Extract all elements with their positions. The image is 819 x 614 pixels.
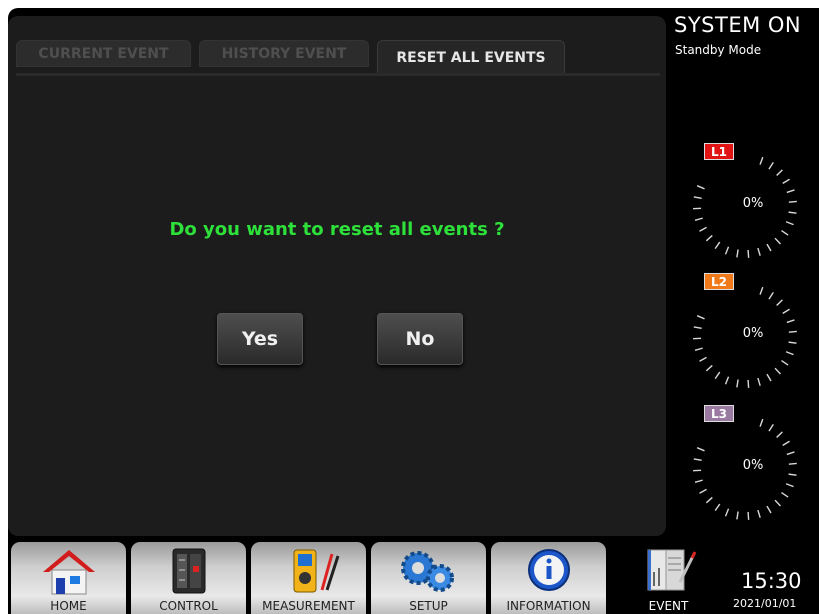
- gauge-tick: [724, 508, 730, 517]
- gauge-tick: [785, 221, 794, 226]
- gauge-tick: [736, 511, 739, 520]
- gauge-tick: [785, 351, 794, 356]
- gauge-tick: [747, 511, 750, 520]
- gauge-tick: [786, 189, 795, 194]
- gauge-tick: [724, 246, 730, 255]
- gauge-tick: [776, 299, 783, 306]
- nav-setup-label: SETUP: [409, 599, 448, 613]
- gauge-tick: [785, 483, 794, 488]
- gauge-tick: [705, 496, 713, 504]
- nav-measurement[interactable]: MEASUREMENT: [251, 542, 366, 614]
- phase-l1-load: 0%: [742, 196, 764, 211]
- gauge-tick: [774, 499, 781, 507]
- gauge-tick: [705, 364, 713, 372]
- gauge-tick: [768, 424, 774, 432]
- gauge-tick: [782, 440, 790, 446]
- home-icon: [42, 550, 95, 595]
- gauge-tick: [757, 377, 761, 386]
- nav-home-label: HOME: [50, 599, 87, 613]
- ups-screen: CURRENT EVENT HISTORY EVENT RESET ALL EV…: [8, 8, 819, 614]
- gauge-tick: [766, 505, 772, 514]
- gauge-tick: [788, 211, 797, 214]
- nav-control[interactable]: CONTROL: [131, 542, 246, 614]
- gauge-tick: [768, 292, 774, 300]
- info-icon: [527, 549, 570, 591]
- gauge-tick: [757, 247, 761, 256]
- gauge-tick: [759, 286, 764, 295]
- tab-reset-all-events[interactable]: RESET ALL EVENTS: [377, 40, 565, 75]
- gauge-tick: [781, 360, 789, 366]
- phase-l3-load: 0%: [742, 458, 764, 473]
- gauge-tick: [786, 451, 795, 456]
- nav-home[interactable]: HOME: [11, 542, 126, 614]
- gauge-tick: [774, 237, 781, 245]
- gauge-tick: [766, 373, 772, 382]
- gauge-tick: [759, 156, 764, 165]
- phase-l2-label: L2: [704, 273, 734, 290]
- yes-button[interactable]: Yes: [217, 313, 303, 365]
- gears-icon: [400, 551, 454, 592]
- gauge-tick: [714, 241, 721, 249]
- nav-control-label: CONTROL: [159, 599, 218, 613]
- bottom-nav: HOME CONTROL MEASUREMENT SETUP INFORMATI…: [8, 536, 819, 614]
- gauge-tick: [696, 315, 705, 320]
- gauge-tick: [759, 418, 764, 427]
- system-mode: Standby Mode: [675, 43, 762, 57]
- gauge-tick: [747, 379, 750, 388]
- clock-date: 2021/01/01: [733, 597, 797, 610]
- gauge-tick: [766, 243, 772, 252]
- gauge-tick: [781, 492, 789, 498]
- nav-setup[interactable]: SETUP: [371, 542, 486, 614]
- phase-l2-load: 0%: [742, 326, 764, 341]
- gauge-tick: [781, 230, 789, 236]
- no-button[interactable]: No: [377, 313, 463, 365]
- gauge-tick: [714, 371, 721, 379]
- gauge-tick: [786, 319, 795, 324]
- gauge-tick: [696, 185, 705, 190]
- system-status-title: SYSTEM ON: [674, 13, 802, 37]
- gauge-tick: [782, 308, 790, 314]
- gauge-tick: [696, 447, 705, 452]
- gauge-tick: [694, 347, 703, 352]
- tab-history-event[interactable]: HISTORY EVENT: [199, 40, 369, 67]
- gauge-tick: [714, 503, 721, 511]
- gauge-tick: [768, 162, 774, 170]
- phase-l2-gauge: L2 0%: [682, 273, 808, 399]
- control-panel-icon: [172, 548, 205, 594]
- nav-event-label: EVENT: [648, 599, 689, 613]
- event-panel: CURRENT EVENT HISTORY EVENT RESET ALL EV…: [8, 16, 666, 536]
- gauge-tick: [788, 473, 797, 476]
- nav-information-label: INFORMATION: [506, 599, 591, 613]
- gauge-tick: [776, 431, 783, 438]
- tab-current-event[interactable]: CURRENT EVENT: [16, 40, 191, 67]
- gauge-tick: [736, 379, 739, 388]
- gauge-tick: [782, 178, 790, 184]
- gauge-tick: [736, 249, 739, 258]
- gauge-tick: [776, 169, 783, 176]
- nav-information[interactable]: INFORMATION: [491, 542, 606, 614]
- nav-measurement-label: MEASUREMENT: [262, 599, 355, 613]
- gauge-tick: [705, 234, 713, 242]
- gauge-tick: [694, 217, 703, 222]
- gauge-tick: [757, 509, 761, 518]
- gauge-tick: [694, 479, 703, 484]
- phase-l1-gauge: L1 0%: [682, 143, 808, 269]
- gauge-tick: [699, 356, 707, 362]
- reset-confirm-question: Do you want to reset all events ?: [169, 219, 505, 240]
- gauge-tick: [724, 376, 730, 385]
- phase-l3-label: L3: [704, 405, 734, 422]
- gauge-tick: [774, 367, 781, 375]
- clock-time: 15:30: [741, 569, 802, 593]
- gauge-tick: [747, 249, 750, 258]
- gauge-tick: [788, 341, 797, 344]
- multimeter-icon: [293, 549, 339, 593]
- phase-l3-gauge: L3 0%: [682, 405, 808, 531]
- nav-event[interactable]: EVENT: [611, 542, 726, 614]
- gauge-tick: [699, 488, 707, 494]
- tab-underline: [16, 73, 660, 76]
- gauge-tick: [699, 226, 707, 232]
- event-log-icon: [647, 549, 696, 591]
- phase-l1-label: L1: [704, 143, 734, 160]
